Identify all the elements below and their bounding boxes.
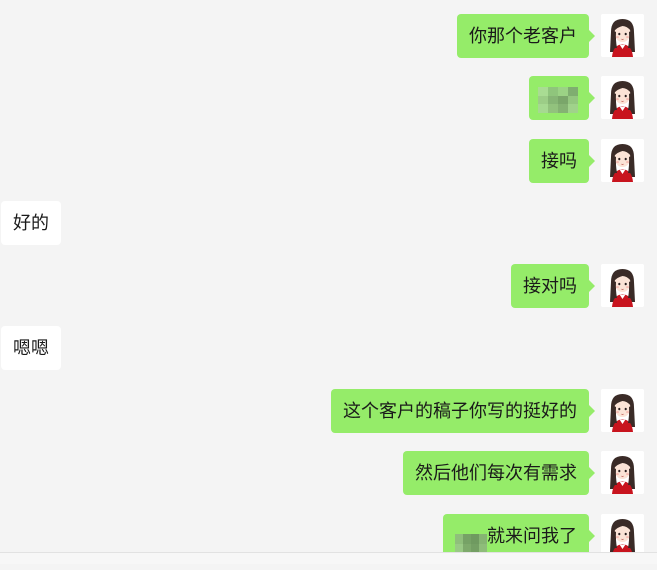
message-text: 嗯嗯 [13, 338, 49, 358]
user-avatar-icon[interactable] [601, 14, 644, 57]
message-row: 接吗 [0, 139, 657, 183]
user-avatar-icon[interactable] [601, 389, 644, 432]
outgoing-message-bubble[interactable]: 你那个老客户 [457, 14, 595, 58]
outgoing-message-bubble[interactable]: 这个客户的稿子你写的挺好的 [331, 389, 595, 433]
message-text: 你那个老客户 [469, 26, 577, 46]
input-area[interactable] [0, 553, 657, 564]
message-text: 接吗 [541, 151, 577, 171]
outgoing-message-bubble[interactable]: 然后他们每次有需求 [403, 451, 595, 495]
message-row: 这个客户的稿子你写的挺好的 [0, 389, 657, 433]
pixelated-redaction [455, 526, 487, 554]
message-text: 接对吗 [523, 276, 577, 296]
user-avatar-icon[interactable] [601, 514, 644, 557]
user-avatar-icon[interactable] [601, 139, 644, 182]
message-row: 然后他们每次有需求 [0, 451, 657, 495]
message-row: 接对吗 [0, 264, 657, 308]
message-row: 你那个老客户 [0, 14, 657, 58]
outgoing-message-bubble[interactable] [529, 76, 595, 120]
outgoing-message-bubble[interactable]: 接对吗 [511, 264, 595, 308]
message-row: 好的 [0, 201, 657, 245]
user-avatar-icon[interactable] [601, 264, 644, 307]
message-text: 好的 [13, 213, 49, 233]
incoming-message-bubble[interactable]: 好的 [1, 201, 61, 245]
chat-window: 你那个老客户 接吗 好的 接对吗 嗯嗯 这个客户的稿子你写的挺好的 然后他们每次… [0, 0, 657, 564]
user-avatar-icon[interactable] [601, 76, 644, 119]
message-text: 这个客户的稿子你写的挺好的 [343, 401, 577, 421]
message-text: 然后他们每次有需求 [415, 463, 577, 483]
message-text: 就来问我了 [487, 526, 577, 546]
outgoing-message-bubble[interactable]: 接吗 [529, 139, 595, 183]
message-row [0, 76, 657, 120]
message-row: 嗯嗯 [0, 326, 657, 370]
user-avatar-icon[interactable] [601, 451, 644, 494]
pixelated-redaction [538, 85, 578, 113]
incoming-message-bubble[interactable]: 嗯嗯 [1, 326, 61, 370]
